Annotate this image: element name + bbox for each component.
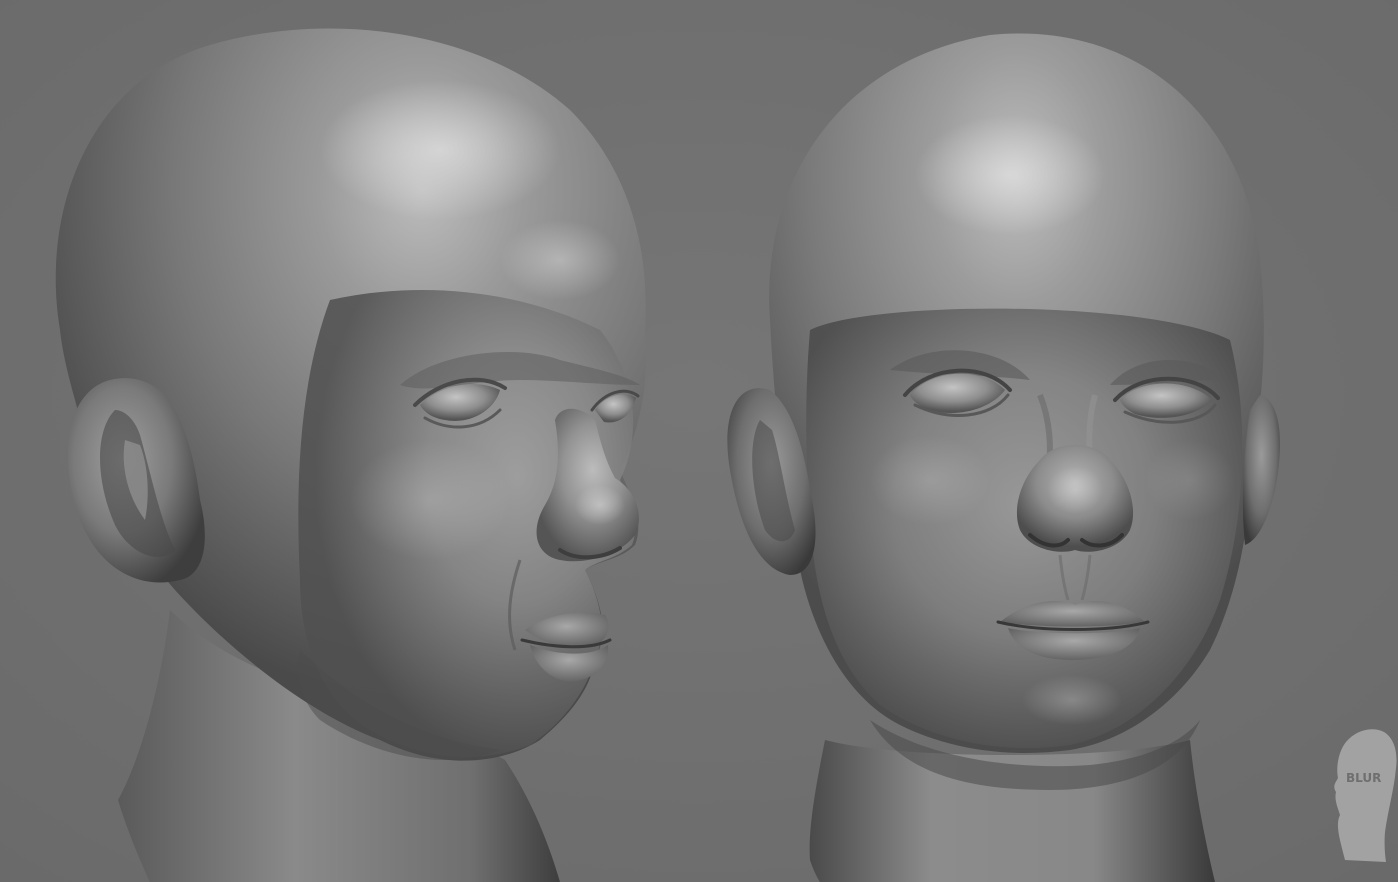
watermark-text: BLUR [1346, 771, 1381, 785]
render-viewport: BLUR [0, 0, 1398, 882]
sculpt-render: BLUR [0, 0, 1398, 882]
